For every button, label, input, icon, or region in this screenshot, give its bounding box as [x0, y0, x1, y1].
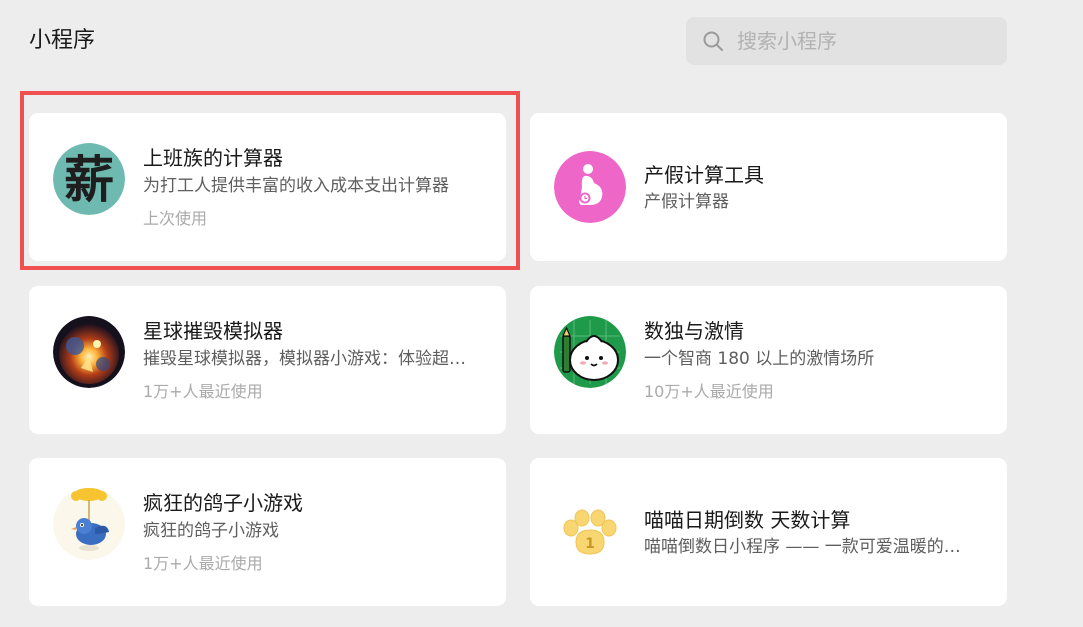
search-box[interactable] — [686, 17, 1007, 65]
app-name: 疯狂的鸽子小游戏 — [143, 491, 303, 515]
cat-paw-icon: 1 — [554, 496, 626, 568]
app-card-sudoku[interactable]: 数独与激情 一个智商 180 以上的激情场所 10万+人最近使用 — [530, 286, 1007, 434]
app-name: 数独与激情 — [644, 319, 744, 343]
pigeon-game-icon — [53, 488, 125, 560]
maternity-leave-icon — [554, 151, 626, 223]
app-name: 星球摧毁模拟器 — [143, 319, 283, 343]
search-input[interactable] — [737, 21, 1007, 61]
search-icon — [702, 30, 724, 52]
page-title: 小程序 — [29, 28, 96, 53]
app-description: 摧毁星球模拟器，模拟器小游戏：体验超… — [143, 349, 466, 369]
app-description: 疯狂的鸽子小游戏 — [143, 521, 279, 541]
app-usage: 1万+人最近使用 — [143, 554, 263, 573]
app-card-pigeon-game[interactable]: 疯狂的鸽子小游戏 疯狂的鸽子小游戏 1万+人最近使用 — [29, 458, 506, 606]
app-description: 一个智商 180 以上的激情场所 — [644, 349, 875, 369]
app-card-planet-destroy[interactable]: 星球摧毁模拟器 摧毁星球模拟器，模拟器小游戏：体验超… 1万+人最近使用 — [29, 286, 506, 434]
app-card-cat-countdown[interactable]: 1 喵喵日期倒数 天数计算 喵喵倒数日小程序 —— 一款可爱温暖的… — [530, 458, 1007, 606]
selection-highlight — [20, 91, 520, 270]
app-description: 产假计算器 — [644, 192, 729, 212]
app-name: 产假计算工具 — [644, 163, 764, 187]
sudoku-bun-icon — [554, 316, 626, 388]
svg-text:1: 1 — [585, 536, 595, 552]
app-usage: 1万+人最近使用 — [143, 382, 263, 401]
app-usage: 10万+人最近使用 — [644, 382, 774, 401]
app-card-maternity-leave[interactable]: 产假计算工具 产假计算器 — [530, 113, 1007, 261]
app-name: 喵喵日期倒数 天数计算 — [644, 508, 851, 532]
app-description: 喵喵倒数日小程序 —— 一款可爱温暖的… — [644, 537, 961, 557]
planet-explosion-icon — [53, 316, 125, 388]
